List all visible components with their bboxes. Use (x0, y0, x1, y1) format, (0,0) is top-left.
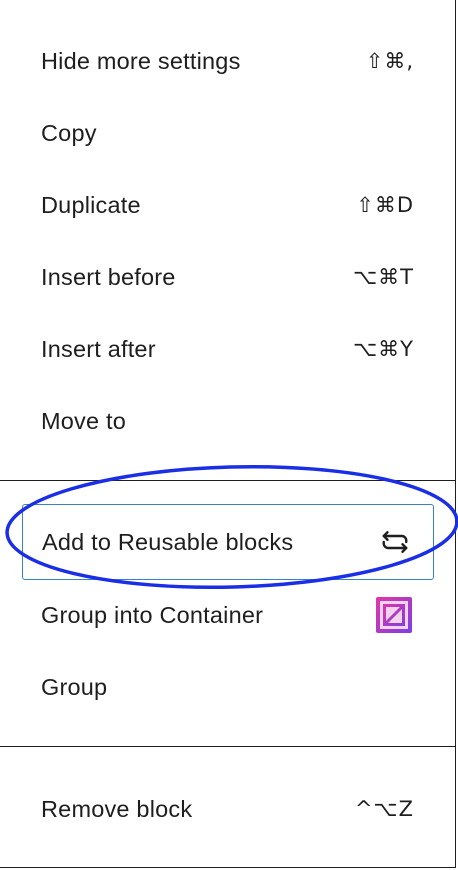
keyboard-shortcut: ⌥⌘T (352, 265, 414, 289)
keyboard-shortcut: ⇧⌘D (356, 193, 414, 217)
menu-item-group[interactable]: Group (22, 656, 434, 718)
menu-item-hide-more-settings[interactable]: Hide more settings ⇧⌘, (22, 30, 434, 92)
menu-item-label: Group (41, 673, 108, 700)
menu-item-group-into-container[interactable]: Group into Container (22, 584, 434, 646)
menu-item-add-to-reusable-blocks[interactable]: Add to Reusable blocks (22, 504, 434, 580)
menu-item-label: Duplicate (41, 191, 141, 218)
menu-item-insert-after[interactable]: Insert after ⌥⌘Y (22, 318, 434, 380)
keyboard-shortcut: ⇧⌘, (365, 49, 414, 73)
menu-item-move-to[interactable]: Move to (22, 390, 434, 452)
keyboard-shortcut: ^⌥Z (354, 797, 414, 821)
menu-item-label: Remove block (41, 795, 193, 822)
reusable-block-icon (377, 524, 413, 560)
menu-item-label: Insert before (41, 263, 176, 290)
menu-item-label: Hide more settings (41, 47, 241, 74)
menu-item-label: Copy (41, 119, 97, 146)
block-options-menu: Hide more settings ⇧⌘, Copy Duplicate ⇧⌘… (0, 0, 456, 868)
menu-item-label: Group into Container (41, 601, 264, 628)
menu-item-remove-block[interactable]: Remove block ^⌥Z (22, 778, 434, 840)
menu-item-label: Add to Reusable blocks (42, 528, 294, 555)
menu-item-copy[interactable]: Copy (22, 102, 434, 164)
menu-separator (0, 746, 456, 747)
container-block-icon (374, 595, 414, 635)
keyboard-shortcut: ⌥⌘Y (352, 337, 414, 361)
menu-item-label: Insert after (41, 335, 156, 362)
menu-item-insert-before[interactable]: Insert before ⌥⌘T (22, 246, 434, 308)
menu-item-label: Move to (41, 407, 126, 434)
menu-item-duplicate[interactable]: Duplicate ⇧⌘D (22, 174, 434, 236)
menu-separator (0, 480, 456, 481)
